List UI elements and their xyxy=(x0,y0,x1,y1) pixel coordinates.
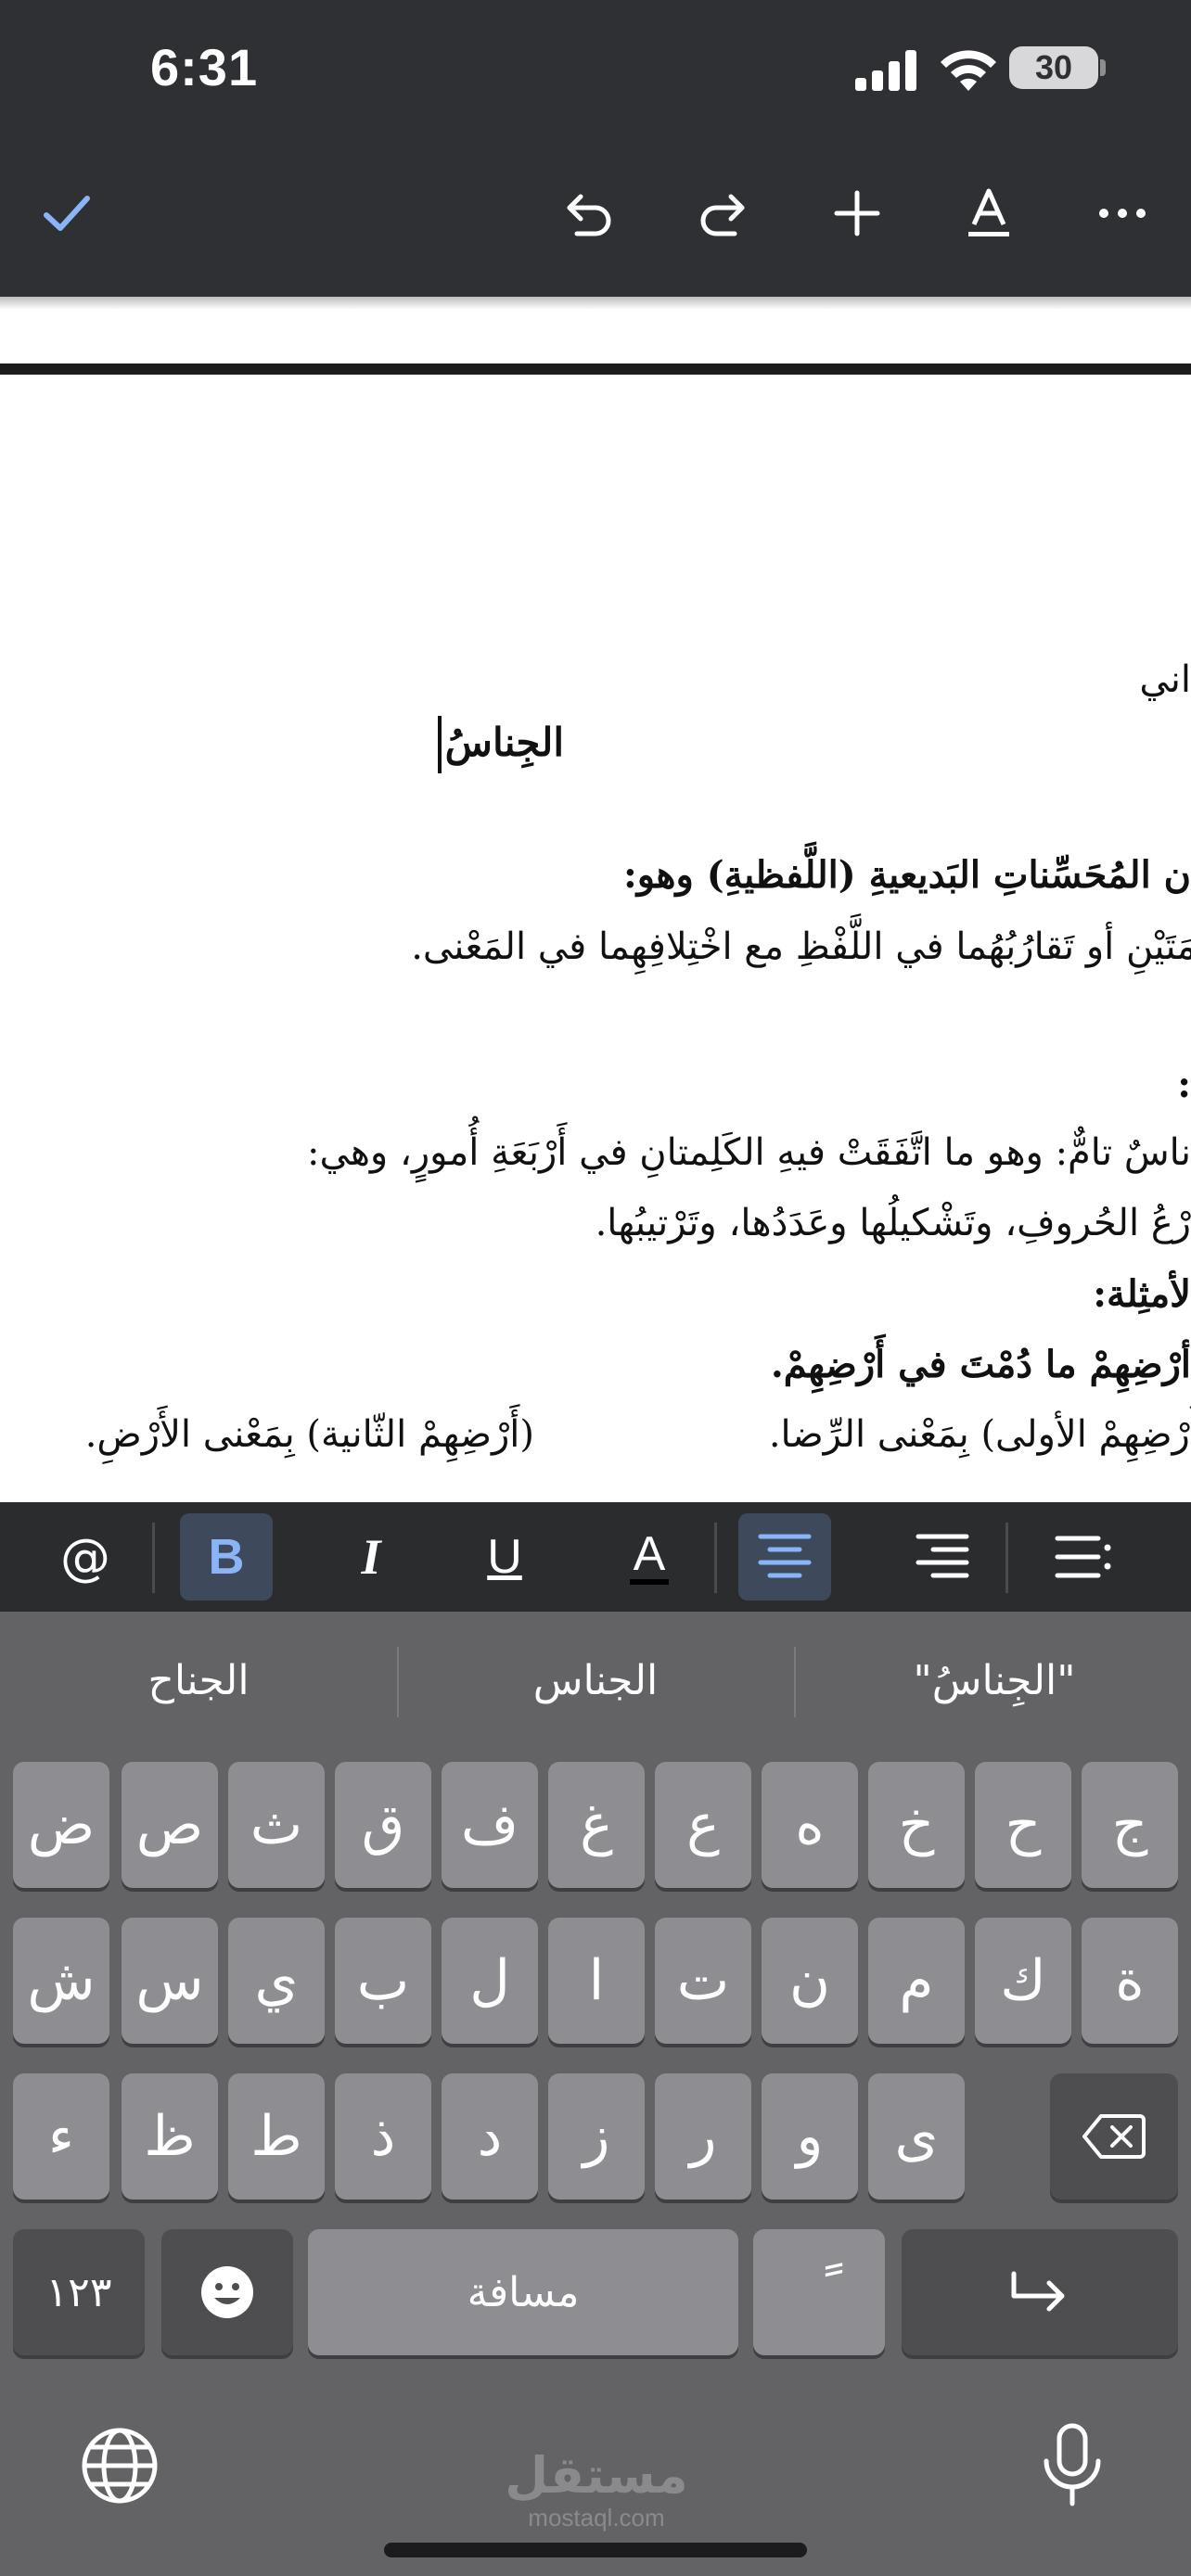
suggestion-2[interactable]: الجناس xyxy=(401,1639,790,1723)
document-canvas[interactable]: اني الجِناسُ ن المُحَسِّناتِ البَديعيةِ … xyxy=(0,297,1191,1502)
text-color-label: A xyxy=(629,1529,670,1585)
key[interactable]: س xyxy=(122,1918,218,2044)
key[interactable]: ح xyxy=(975,1762,1071,1888)
more-icon[interactable] xyxy=(1085,176,1159,250)
key[interactable]: و xyxy=(762,2073,858,2200)
suggestion-divider xyxy=(397,1647,399,1717)
delete-icon xyxy=(1082,2114,1146,2159)
doc-line: أرْضِهِمْ ما دُمْتَ في أَرْضِهِمْ. xyxy=(770,1343,1191,1386)
align-center-icon[interactable] xyxy=(738,1513,831,1600)
key[interactable]: خ xyxy=(868,1762,965,1888)
watermark-latin: mostaql.com xyxy=(528,2504,665,2531)
text-format-icon[interactable] xyxy=(952,176,1026,250)
key[interactable]: ا xyxy=(548,1918,645,2044)
tanween-key[interactable]: ً xyxy=(753,2229,885,2355)
toolbar-divider xyxy=(714,1523,717,1593)
key[interactable]: ن xyxy=(762,1918,858,2044)
format-toolbar xyxy=(0,1502,1191,1612)
key[interactable]: ت xyxy=(655,1918,751,2044)
checkmark-icon[interactable] xyxy=(30,176,104,250)
doc-line: رْعُ الحُروفِ، وتَشْكيلُها وعَدَدُها، وت… xyxy=(595,1202,1191,1244)
doc-line: اني xyxy=(1139,658,1191,701)
suggestion-divider xyxy=(794,1647,796,1717)
return-key[interactable] xyxy=(902,2229,1178,2355)
battery-level: 30 xyxy=(1009,46,1098,89)
numbers-key[interactable]: ١٢٣ xyxy=(13,2229,145,2355)
key[interactable]: ج xyxy=(1082,1762,1178,1888)
bold-button[interactable]: B xyxy=(180,1513,273,1600)
status-time: 6:31 xyxy=(150,38,259,96)
suggestion-1[interactable]: "الجِناسُ" xyxy=(800,1639,1189,1723)
key[interactable]: م xyxy=(868,1918,965,2044)
key[interactable]: ى xyxy=(868,2073,965,2200)
text-cursor xyxy=(438,716,442,773)
watermark-arabic: مستقل xyxy=(505,2446,688,2505)
home-indicator xyxy=(384,2543,807,2557)
return-icon xyxy=(1011,2271,1065,2312)
key[interactable]: ق xyxy=(335,1762,431,1888)
key[interactable]: ذ xyxy=(335,2073,431,2200)
key[interactable]: ع xyxy=(655,1762,751,1888)
wifi-icon xyxy=(935,45,1002,93)
key[interactable]: ش xyxy=(13,1918,109,2044)
doc-line: ن المُحَسِّناتِ البَديعيةِ (اللَّفظيةِ) … xyxy=(622,853,1191,897)
toolbar-shadow xyxy=(0,297,1191,310)
key[interactable]: ز xyxy=(548,2073,645,2200)
key[interactable]: ص xyxy=(122,1762,218,1888)
battery-nub xyxy=(1100,59,1106,76)
page-boundary xyxy=(0,363,1191,375)
italic-button[interactable]: I xyxy=(325,1513,417,1600)
cellular-signal-icon xyxy=(855,50,920,91)
toolbar-divider xyxy=(152,1523,155,1593)
plus-icon[interactable] xyxy=(820,176,894,250)
key[interactable]: ة xyxy=(1082,1918,1178,2044)
align-right-icon[interactable] xyxy=(896,1513,989,1600)
delete-key[interactable] xyxy=(1050,2073,1178,2200)
list-options-icon[interactable] xyxy=(1037,1513,1130,1600)
toolbar-divider xyxy=(1005,1523,1008,1593)
key[interactable]: ط xyxy=(228,2073,325,2200)
key[interactable]: ء xyxy=(13,2073,109,2200)
space-key[interactable]: مسافة xyxy=(308,2229,738,2355)
key[interactable]: ف xyxy=(442,1762,538,1888)
key[interactable]: د xyxy=(442,2073,538,2200)
key[interactable]: ر xyxy=(655,2073,751,2200)
doc-line: لأمثِلة: xyxy=(1093,1272,1191,1316)
key[interactable]: ظ xyxy=(122,2073,218,2200)
doc-line: أَرْضِهِمْ الأولى) بِمَعْنى الرِّضا. xyxy=(768,1413,1191,1456)
doc-line: : xyxy=(1177,1063,1191,1106)
redo-icon[interactable] xyxy=(685,176,759,250)
mention-button[interactable]: @ xyxy=(39,1513,132,1600)
doc-line: مَتَيْنِ أو تَقارُبُهُما في اللَّفْظِ مع… xyxy=(411,925,1191,968)
watermark: مستقل mostaql.com xyxy=(471,2446,722,2532)
microphone-icon[interactable] xyxy=(1035,2420,1109,2513)
key[interactable]: ك xyxy=(975,1918,1071,2044)
doc-heading: الجِناسُ xyxy=(444,720,564,765)
emoji-key[interactable] xyxy=(161,2229,293,2355)
key[interactable]: غ xyxy=(548,1762,645,1888)
globe-icon[interactable] xyxy=(78,2424,161,2507)
key[interactable]: ث xyxy=(228,1762,325,1888)
key[interactable]: ي xyxy=(228,1918,325,2044)
key[interactable]: ض xyxy=(13,1762,109,1888)
key[interactable]: ل xyxy=(442,1918,538,2044)
doc-line: (أَرْضِهِمْ الثّانية) بِمَعْنى الأَرْضِ. xyxy=(84,1413,534,1456)
key[interactable]: ه xyxy=(762,1762,858,1888)
key[interactable]: ب xyxy=(335,1918,431,2044)
underline-button[interactable]: U xyxy=(458,1513,551,1600)
suggestion-3[interactable]: الجناح xyxy=(4,1639,393,1723)
undo-icon[interactable] xyxy=(553,176,627,250)
emoji-icon xyxy=(201,2266,253,2318)
doc-line: ناسٌ تامٌّ: وهو ما اتَّفَقَتْ فيهِ الكَل… xyxy=(307,1131,1191,1174)
text-color-button[interactable]: A xyxy=(603,1513,696,1600)
